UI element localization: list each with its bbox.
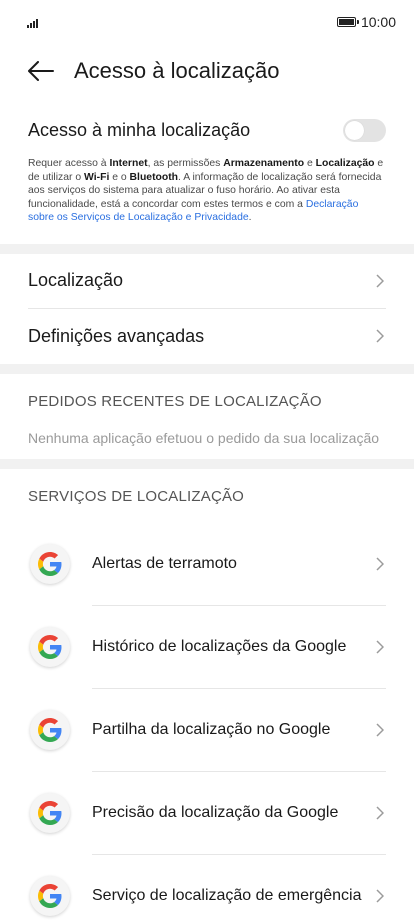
battery-icon xyxy=(336,17,359,27)
service-earthquake-alerts[interactable]: Alertas de terramoto xyxy=(0,523,414,606)
recent-requests-empty-message: Nenhuma aplicação efetuou o pedido da su… xyxy=(28,429,380,446)
service-emergency-location[interactable]: Serviço de localização de emergência xyxy=(0,855,414,920)
status-right: 10:00 xyxy=(336,14,396,30)
service-body: Partilha da localização no Google xyxy=(92,689,386,772)
google-icon xyxy=(30,710,70,750)
section-divider xyxy=(0,458,414,469)
location-services-header: SERVIÇOS DE LOCALIZAÇÃO xyxy=(28,488,245,505)
location-services-list: Alertas de terramoto Histórico de locali… xyxy=(0,523,414,920)
switch-knob xyxy=(345,120,364,140)
section-divider xyxy=(0,363,414,374)
google-icon xyxy=(30,793,70,833)
nav-item-localizacao[interactable]: Localização xyxy=(28,254,386,309)
service-body: Serviço de localização de emergência xyxy=(92,855,386,920)
section-divider xyxy=(0,243,414,254)
location-access-label: Acesso à minha localização xyxy=(28,119,251,140)
service-label: Alertas de terramoto xyxy=(92,554,237,572)
chevron-right-icon xyxy=(374,889,386,903)
chevron-right-icon xyxy=(374,329,386,343)
nav-item-label: Definições avançadas xyxy=(28,325,205,346)
chevron-right-icon xyxy=(374,556,386,571)
location-access-switch[interactable] xyxy=(343,118,386,142)
service-label: Histórico de localizações da Google xyxy=(92,637,347,655)
service-google-location-sharing[interactable]: Partilha da localização no Google xyxy=(0,689,414,772)
nav-list: Localização Definições avançadas xyxy=(0,254,414,364)
recent-requests-header: PEDIDOS RECENTES DE LOCALIZAÇÃO xyxy=(28,393,322,410)
page-title: Acesso à localização xyxy=(74,58,280,83)
status-bar: 10:00 xyxy=(0,0,414,44)
chevron-right-icon xyxy=(374,273,386,288)
service-body: Alertas de terramoto xyxy=(92,523,386,606)
service-label: Serviço de localização de emergência xyxy=(92,887,362,904)
google-icon xyxy=(30,627,70,667)
google-icon xyxy=(30,544,70,584)
nav-item-advanced-settings[interactable]: Definições avançadas xyxy=(28,309,386,364)
service-google-location-history[interactable]: Histórico de localizações da Google xyxy=(0,606,414,689)
chevron-right-icon xyxy=(374,639,386,654)
back-arrow-icon[interactable] xyxy=(28,58,54,84)
location-access-description: Requer acesso à Internet, as permissões … xyxy=(28,158,384,223)
service-label: Precisão da localização da Google xyxy=(92,803,339,821)
nav-item-label: Localização xyxy=(28,270,124,290)
service-body: Histórico de localizações da Google xyxy=(92,606,386,689)
service-google-location-accuracy[interactable]: Precisão da localização da Google xyxy=(0,772,414,855)
signal-icon xyxy=(27,16,38,28)
location-access-toggle-row[interactable]: Acesso à minha localização xyxy=(0,98,414,145)
status-time: 10:00 xyxy=(360,14,396,30)
chevron-right-icon xyxy=(374,805,386,820)
chevron-right-icon xyxy=(374,722,386,737)
app-header: Acesso à localização xyxy=(0,44,414,98)
google-icon xyxy=(30,876,70,916)
service-body: Precisão da localização da Google xyxy=(92,772,386,855)
service-label: Partilha da localização no Google xyxy=(92,720,331,738)
